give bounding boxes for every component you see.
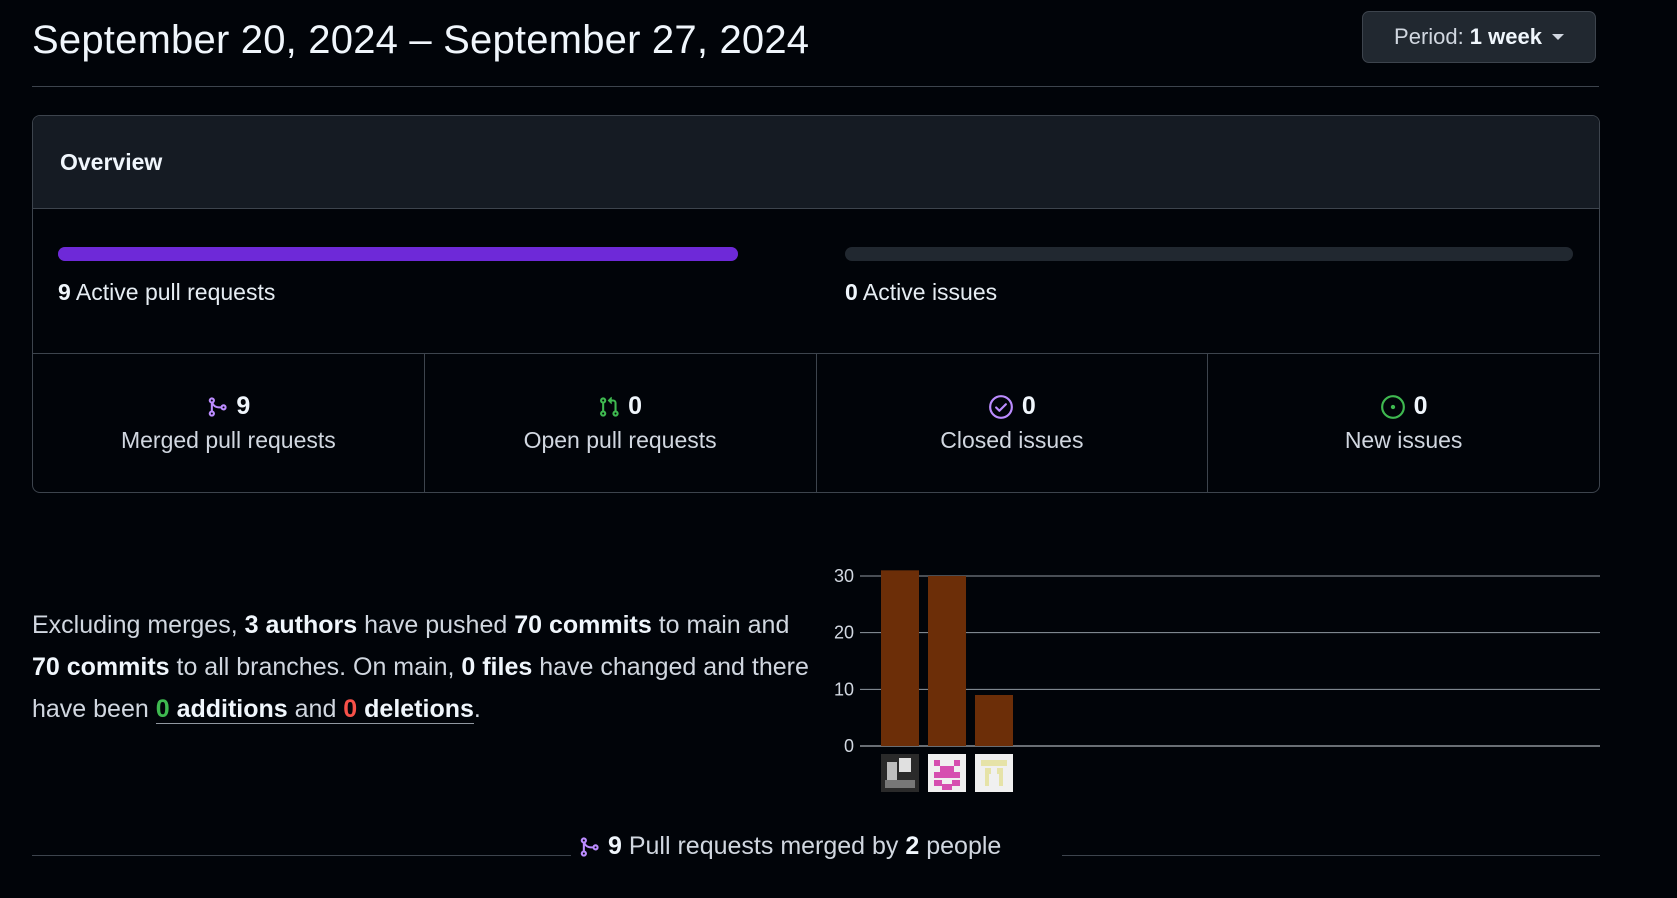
summary-text: . (473, 695, 481, 723)
summary-and: and (287, 695, 344, 724)
deletions-count: 0 (343, 695, 358, 723)
merged-prs-stat[interactable]: 9 Merged pull requests (33, 354, 425, 492)
commit-bar (975, 695, 1013, 746)
active-prs-label: Active pull requests (75, 279, 276, 305)
summary-text: to all branches. On main, (169, 653, 462, 681)
y-tick-label: 10 (834, 679, 854, 699)
active-prs-bar-fill (58, 247, 738, 261)
open-prs-label: Open pull requests (523, 427, 717, 453)
summary-text: Excluding merges, (32, 611, 245, 639)
page-title: September 20, 2024 – September 27, 2024 (32, 18, 810, 62)
closed-issues-label: Closed issues (940, 427, 1084, 453)
y-tick-label: 20 (834, 623, 854, 643)
active-prs-bar (58, 247, 738, 261)
deletions-link[interactable]: 0 deletions (343, 695, 474, 724)
deletions-label: deletions (357, 695, 474, 723)
merged-text: Pull requests merged by (621, 832, 906, 860)
summary-text: to main and (651, 611, 790, 639)
footer-divider-left (32, 855, 571, 856)
active-prs-link[interactable]: 9 Active pull requests (58, 279, 275, 306)
period-prefix: Period: (1394, 24, 1464, 49)
closed-issues-count: 0 (1021, 392, 1036, 420)
git-pull-request-icon (600, 396, 619, 417)
header-divider (32, 86, 1599, 87)
merged-by-summary: 9 Pull requests merged by 2 people (578, 832, 1001, 861)
y-tick-label: 0 (844, 736, 854, 756)
commit-bar (881, 570, 919, 746)
summary-text: have pushed (357, 611, 515, 639)
files-changed: 0 files (461, 653, 533, 681)
overview-box: Overview 9 Active pull requests 0 Active… (32, 115, 1600, 493)
active-summary: 9 Active pull requests 0 Active issues (33, 209, 1599, 354)
git-merge-icon (580, 836, 599, 857)
new-issues-stat[interactable]: 0 New issues (1208, 354, 1599, 492)
active-issues-label: Active issues (862, 279, 998, 305)
additions-label: additions (169, 695, 288, 723)
y-tick-label: 30 (834, 566, 854, 586)
merged-count: 9 (608, 832, 622, 860)
merged-prs-label: Merged pull requests (120, 427, 336, 453)
commit-bar (928, 576, 966, 746)
overview-header: Overview (33, 116, 1599, 209)
git-merge-icon (209, 396, 228, 417)
issue-closed-icon (989, 394, 1013, 419)
commits-chart: 0 10 20 30 (834, 566, 1600, 792)
stats-row: 9 Merged pull requests 0 Open pull reque… (33, 354, 1599, 492)
footer-divider-right (1062, 855, 1600, 856)
caret-down-icon (1551, 34, 1564, 40)
commits-all: 70 commits (32, 653, 170, 681)
authors-count: 3 authors (244, 611, 358, 639)
commit-summary: Excluding merges, 3 authors have pushed … (32, 604, 822, 730)
open-prs-stat[interactable]: 0 Open pull requests (425, 354, 817, 492)
overview-title: Overview (60, 148, 163, 175)
people-count: 2 (905, 832, 920, 860)
closed-issues-stat[interactable]: 0 Closed issues (817, 354, 1209, 492)
people-text: people (919, 832, 1002, 860)
issue-opened-icon (1380, 394, 1405, 419)
active-prs-count: 9 (58, 279, 71, 305)
period-dropdown-button[interactable]: Period: 1 week (1362, 11, 1596, 63)
commits-main: 70 commits (514, 611, 652, 639)
merged-prs-count: 9 (236, 392, 251, 420)
open-prs-count: 0 (628, 392, 643, 420)
author-avatar[interactable] (881, 754, 919, 792)
period-value: 1 week (1469, 24, 1542, 49)
author-avatar[interactable] (975, 754, 1013, 792)
active-issues-count: 0 (845, 279, 858, 305)
new-issues-label: New issues (1344, 427, 1463, 453)
new-issues-count: 0 (1413, 392, 1428, 420)
additions-link[interactable]: 0 additions (155, 695, 288, 724)
author-avatar[interactable] (928, 754, 966, 792)
active-issues-bar (845, 247, 1573, 261)
active-issues-link[interactable]: 0 Active issues (845, 279, 997, 306)
additions-count: 0 (155, 695, 170, 723)
